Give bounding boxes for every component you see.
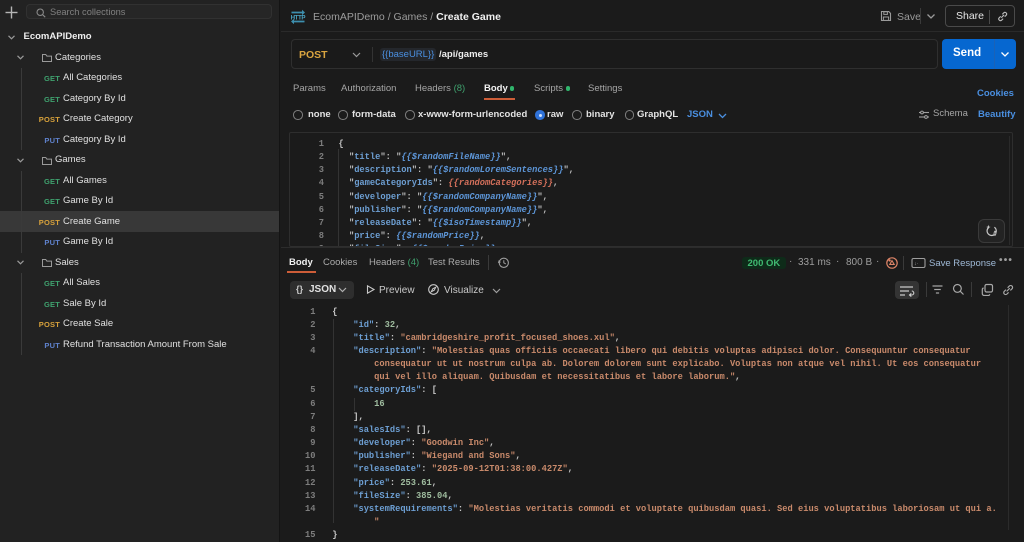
svg-text:↓·: ↓·	[914, 261, 919, 267]
